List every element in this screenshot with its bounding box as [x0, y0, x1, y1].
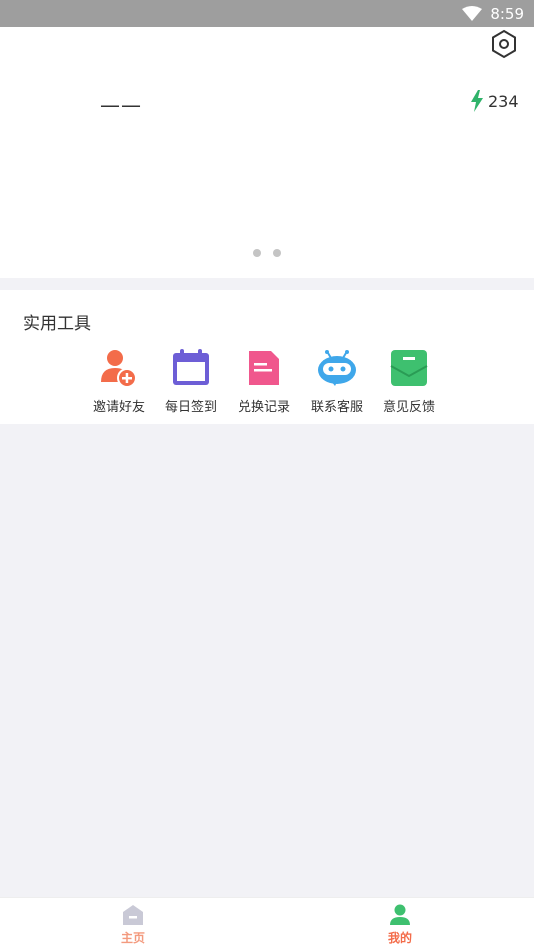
document-icon — [242, 346, 286, 390]
section-title: 实用工具 — [23, 314, 91, 334]
bottom-nav: 主页 我的 — [0, 897, 534, 949]
mailbox-icon — [387, 346, 431, 390]
status-time: 8:59 — [490, 4, 524, 23]
lightning-icon — [471, 90, 483, 112]
tool-label: 兑换记录 — [237, 400, 290, 415]
carousel-dot[interactable] — [273, 249, 281, 257]
nav-home[interactable]: 主页 — [93, 904, 173, 946]
nav-profile[interactable]: 我的 — [360, 904, 440, 946]
tool-feedback[interactable]: 意见反馈 — [374, 346, 444, 415]
status-bar: 8:59 — [0, 0, 534, 27]
tool-label: 联系客服 — [310, 400, 363, 415]
carousel-indicator — [0, 249, 534, 257]
energy-count: 234 — [488, 91, 519, 111]
username: —— — [100, 93, 142, 117]
robot-icon — [315, 346, 359, 390]
tool-redeem-history[interactable]: 兑换记录 — [229, 346, 299, 415]
tool-label: 邀请好友 — [92, 400, 145, 415]
settings-icon — [492, 29, 516, 59]
carousel-dot[interactable] — [253, 249, 261, 257]
add-user-icon — [97, 346, 141, 390]
calendar-icon — [169, 346, 213, 390]
tools-section: 实用工具 邀请好友 每日签到 兑换记录 联系客服 意见反馈 — [0, 290, 534, 424]
tool-customer-service[interactable]: 联系客服 — [302, 346, 372, 415]
wifi-icon — [462, 5, 483, 21]
nav-label: 我的 — [387, 931, 412, 945]
user-icon — [390, 904, 410, 925]
tool-label: 意见反馈 — [382, 400, 435, 415]
nav-label: 主页 — [120, 931, 145, 945]
tool-daily-checkin[interactable]: 每日签到 — [156, 346, 226, 415]
settings-button[interactable] — [487, 27, 521, 61]
home-icon — [123, 905, 143, 925]
profile-header: —— 234 — [0, 27, 534, 278]
energy-balance[interactable]: 234 — [470, 90, 519, 112]
tool-label: 每日签到 — [164, 400, 217, 415]
tool-invite-friends[interactable]: 邀请好友 — [84, 346, 154, 415]
